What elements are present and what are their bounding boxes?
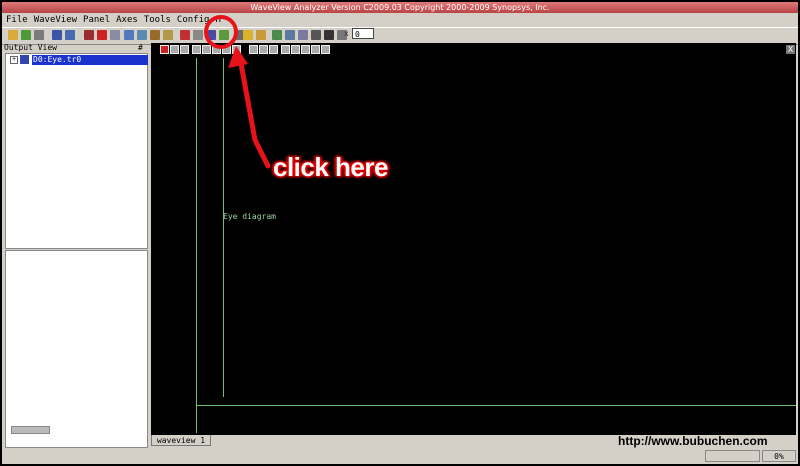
save-icon[interactable] xyxy=(52,30,62,40)
print-plot-icon[interactable] xyxy=(321,45,330,54)
zoom-out-icon[interactable] xyxy=(180,45,189,54)
grid-toggle-icon[interactable] xyxy=(202,45,211,54)
overlay-icon[interactable] xyxy=(232,45,241,54)
scale-icon[interactable] xyxy=(298,30,308,40)
record-icon[interactable] xyxy=(160,45,169,54)
next-icon[interactable] xyxy=(269,45,278,54)
signal-list xyxy=(5,250,148,448)
menu-config[interactable]: Config xyxy=(174,13,213,27)
histogram-icon[interactable] xyxy=(272,30,282,40)
tab-waveview-1[interactable]: waveview 1 xyxy=(151,435,211,446)
copy-plot-icon[interactable] xyxy=(281,45,290,54)
delete-icon[interactable] xyxy=(97,30,107,40)
output-view-panel: Output View # + D0:Eye.tr0 xyxy=(2,43,148,448)
split-icon[interactable] xyxy=(311,45,320,54)
cursor-icon[interactable] xyxy=(163,30,173,40)
menu-axes[interactable]: Axes xyxy=(113,13,141,27)
annotation-text: click here xyxy=(273,152,388,182)
output-tree: + D0:Eye.tr0 xyxy=(5,53,148,249)
waveform-icon[interactable] xyxy=(180,30,190,40)
fft-icon[interactable] xyxy=(285,30,295,40)
menu-bar: File WaveView Panel Axes Tools Config H xyxy=(2,13,798,27)
clear-icon[interactable] xyxy=(291,45,300,54)
status-bar: 0% xyxy=(2,449,798,464)
app-window: WaveView Analyzer Version C2009.03 Copyr… xyxy=(2,2,798,464)
layout-icon[interactable] xyxy=(301,45,310,54)
chart-icon[interactable] xyxy=(256,30,266,40)
eye-diagram-icon[interactable] xyxy=(219,30,229,40)
zoom-icon[interactable] xyxy=(124,30,134,40)
panel-label: Eye diagram xyxy=(223,212,276,221)
prev-icon[interactable] xyxy=(259,45,268,54)
add-cursor-icon[interactable] xyxy=(192,45,201,54)
bus-icon[interactable] xyxy=(206,30,216,40)
expand-icon[interactable]: + xyxy=(10,56,18,64)
save-as-icon[interactable] xyxy=(65,30,75,40)
calculator-icon[interactable] xyxy=(193,30,203,40)
bulb-icon[interactable] xyxy=(243,30,253,40)
scrollbar-thumb[interactable] xyxy=(11,426,50,434)
waveform-workspace: X Eye diagram xyxy=(151,43,796,435)
menu-tools[interactable]: Tools xyxy=(141,13,174,27)
zoom-label: x xyxy=(344,29,349,38)
snap-icon[interactable] xyxy=(212,45,221,54)
import-arrow-icon[interactable] xyxy=(21,30,31,40)
title-bar: WaveView Analyzer Version C2009.03 Copyr… xyxy=(2,2,798,13)
pin-icon[interactable]: # xyxy=(138,43,143,52)
axis-icon[interactable] xyxy=(222,45,231,54)
file-icon xyxy=(20,55,29,64)
menu-panel[interactable]: Panel xyxy=(80,13,113,27)
copy-icon[interactable] xyxy=(110,30,120,40)
zoom-input[interactable]: 0 xyxy=(352,28,374,39)
menu-file[interactable]: File xyxy=(2,13,31,27)
plot-area[interactable] xyxy=(151,56,796,435)
new-panel-icon[interactable] xyxy=(84,30,94,40)
tree-item-label[interactable]: D0:Eye.tr0 xyxy=(32,55,148,65)
print-icon[interactable] xyxy=(34,30,44,40)
zoom-fit-icon[interactable] xyxy=(137,30,147,40)
open-folder-icon[interactable] xyxy=(8,30,18,40)
menu-waveview[interactable]: WaveView xyxy=(31,13,80,27)
output-view-title: Output View xyxy=(4,43,57,52)
status-zoom: 0% xyxy=(762,450,796,462)
menu-help[interactable]: H xyxy=(212,13,223,27)
status-field xyxy=(705,450,760,462)
close-plot-icon[interactable]: X xyxy=(786,45,795,54)
grid-icon[interactable] xyxy=(311,30,321,40)
plot-toolbar: X xyxy=(151,43,796,56)
measure-tool-icon[interactable] xyxy=(150,30,160,40)
zoom-in-icon[interactable] xyxy=(170,45,179,54)
measure-icon[interactable] xyxy=(249,45,258,54)
function-icon[interactable] xyxy=(324,30,334,40)
watermark-text: http://www.bubuchen.com xyxy=(618,434,768,448)
